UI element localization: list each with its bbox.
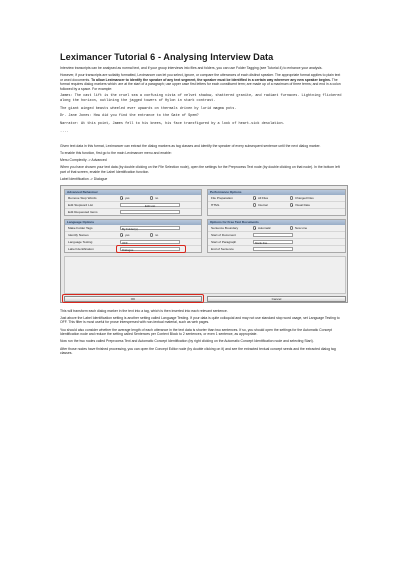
- example-jane: Dr. Jane Jones: How did you find the ent…: [60, 114, 199, 119]
- setting-row: Sentence Boundary Automatic New Line: [208, 225, 345, 232]
- dialog-empty-area: [64, 255, 346, 294]
- setting-label: File Preparation: [211, 196, 233, 201]
- radio-label: Visual Data: [295, 203, 310, 208]
- highlight-box: [116, 245, 186, 253]
- setting-row: Edit Stopword List Edit List: [65, 202, 201, 209]
- setting-row: [208, 209, 345, 216]
- paragraph-label: Label Identification -> Dialogue: [60, 177, 108, 181]
- radio-label: Changed Files: [295, 196, 314, 201]
- setting-field[interactable]: [253, 246, 293, 252]
- setting-label: Edit Requested Items: [68, 210, 98, 215]
- setting-row: End of Sentence: [208, 246, 345, 253]
- document-page: Leximancer Tutorial 6 - Analysing Interv…: [0, 0, 400, 567]
- radio-label: Automatic: [258, 226, 271, 231]
- radio-no[interactable]: [150, 196, 154, 200]
- group-language-options: Language Options Make Folder Tags By Fol…: [64, 218, 202, 253]
- radio-all-files[interactable]: [253, 196, 257, 200]
- paragraph-menu: Menu Complexity -> Advanced: [60, 158, 107, 163]
- radio-label: New Line: [295, 226, 308, 231]
- setting-label: Sentence Boundary: [211, 226, 239, 231]
- paragraph-preprocess: When you have chosen your text data (by …: [60, 165, 340, 174]
- setting-label: Edit Stopword List: [68, 203, 93, 208]
- paragraph-concept-editor: After those nodes have finished processi…: [60, 346, 336, 356]
- setting-row: File Preparation All Files Changed Files: [208, 195, 345, 202]
- setting-row: Edit Requested Items: [65, 209, 201, 216]
- radio-yes[interactable]: [120, 233, 124, 237]
- settings-dialog-screenshot: Advanced Behaviour Remove Stop Words yes…: [60, 184, 348, 304]
- paragraph-enable: To enable this function, first go to the…: [60, 150, 172, 155]
- radio-visual-data[interactable]: [290, 203, 294, 207]
- setting-label: Language Testing: [68, 240, 93, 245]
- example-ellipsis: ....: [60, 129, 69, 134]
- example-beasts: The giant winged beasts wheeled ever upw…: [60, 106, 237, 111]
- radio-changed-files[interactable]: [290, 196, 294, 200]
- setting-label: Start of Document: [211, 233, 236, 238]
- setting-row: Make Folder Tags By Folder(s): [65, 225, 201, 232]
- setting-label: Identify Names: [68, 233, 89, 238]
- radio-internal[interactable]: [253, 203, 257, 207]
- group-performance-options: Performance Options File Preparation All…: [207, 188, 346, 216]
- radio-label: yes: [125, 196, 130, 201]
- paragraph-language-testing: Just above the Label Identification sett…: [60, 315, 340, 325]
- setting-label: End of Sentence: [211, 247, 234, 252]
- radio-label: All Files: [258, 196, 269, 201]
- paragraph-utterance-length: You should also consider whether the ave…: [60, 327, 332, 337]
- group-free-text-options: Options for Free Text Documents Sentence…: [207, 218, 346, 253]
- paragraph-format-bold: To allow Leximancer to identify the spea…: [90, 77, 331, 82]
- radio-automatic[interactable]: [253, 226, 257, 230]
- setting-row: Start of Document: [208, 232, 345, 239]
- radio-label: no: [155, 196, 159, 201]
- radio-label: Internal: [258, 203, 268, 208]
- setting-label: Label Identification: [68, 247, 94, 252]
- cancel-button[interactable]: Cancel: [207, 295, 346, 302]
- setting-field[interactable]: blank line: [253, 239, 293, 245]
- setting-label: Start of Paragraph: [211, 240, 237, 245]
- paragraph-run-nodes: Now run the two nodes called Preprocess …: [60, 339, 314, 344]
- setting-row: Remove Stop Words yes no: [65, 195, 201, 202]
- setting-field[interactable]: [253, 232, 293, 238]
- radio-no[interactable]: [150, 233, 154, 237]
- setting-label: Make Folder Tags: [68, 226, 93, 231]
- group-advanced-behaviour: Advanced Behaviour Remove Stop Words yes…: [64, 188, 202, 216]
- radio-label: yes: [125, 233, 130, 238]
- paragraph-format: However, if your transcripts are suitabl…: [60, 73, 342, 91]
- edit-list-button[interactable]: Edit List: [120, 202, 180, 208]
- radio-label: no: [155, 233, 159, 238]
- setting-field[interactable]: [120, 209, 180, 215]
- setting-label: Remove Stop Words: [68, 196, 97, 201]
- paragraph-extract: Given text data in this format, Leximanc…: [60, 143, 321, 148]
- setting-label: HTML: [211, 203, 220, 208]
- ok-highlight-box: [62, 294, 204, 304]
- language-testing-select[interactable]: OFF: [120, 239, 180, 245]
- radio-yes[interactable]: [120, 196, 124, 200]
- folder-tags-select[interactable]: By Folder(s): [120, 225, 180, 231]
- example-james: James: The cast lift is the cruel sea a …: [60, 94, 344, 103]
- setting-row: HTML Internal Visual Data: [208, 202, 345, 209]
- paragraph-transform: This will transform each dialog marker i…: [60, 308, 228, 313]
- radio-new-line[interactable]: [290, 226, 294, 230]
- page-title: Leximancer Tutorial 6 - Analysing Interv…: [60, 52, 274, 62]
- setting-row: Start of Paragraph blank line: [208, 239, 345, 246]
- setting-row: Identify Names yes no: [65, 232, 201, 239]
- example-narrator: Narrator: At this point, James fell to h…: [60, 122, 285, 127]
- paragraph-intro: Interview transcripts can be analysed as…: [60, 66, 323, 70]
